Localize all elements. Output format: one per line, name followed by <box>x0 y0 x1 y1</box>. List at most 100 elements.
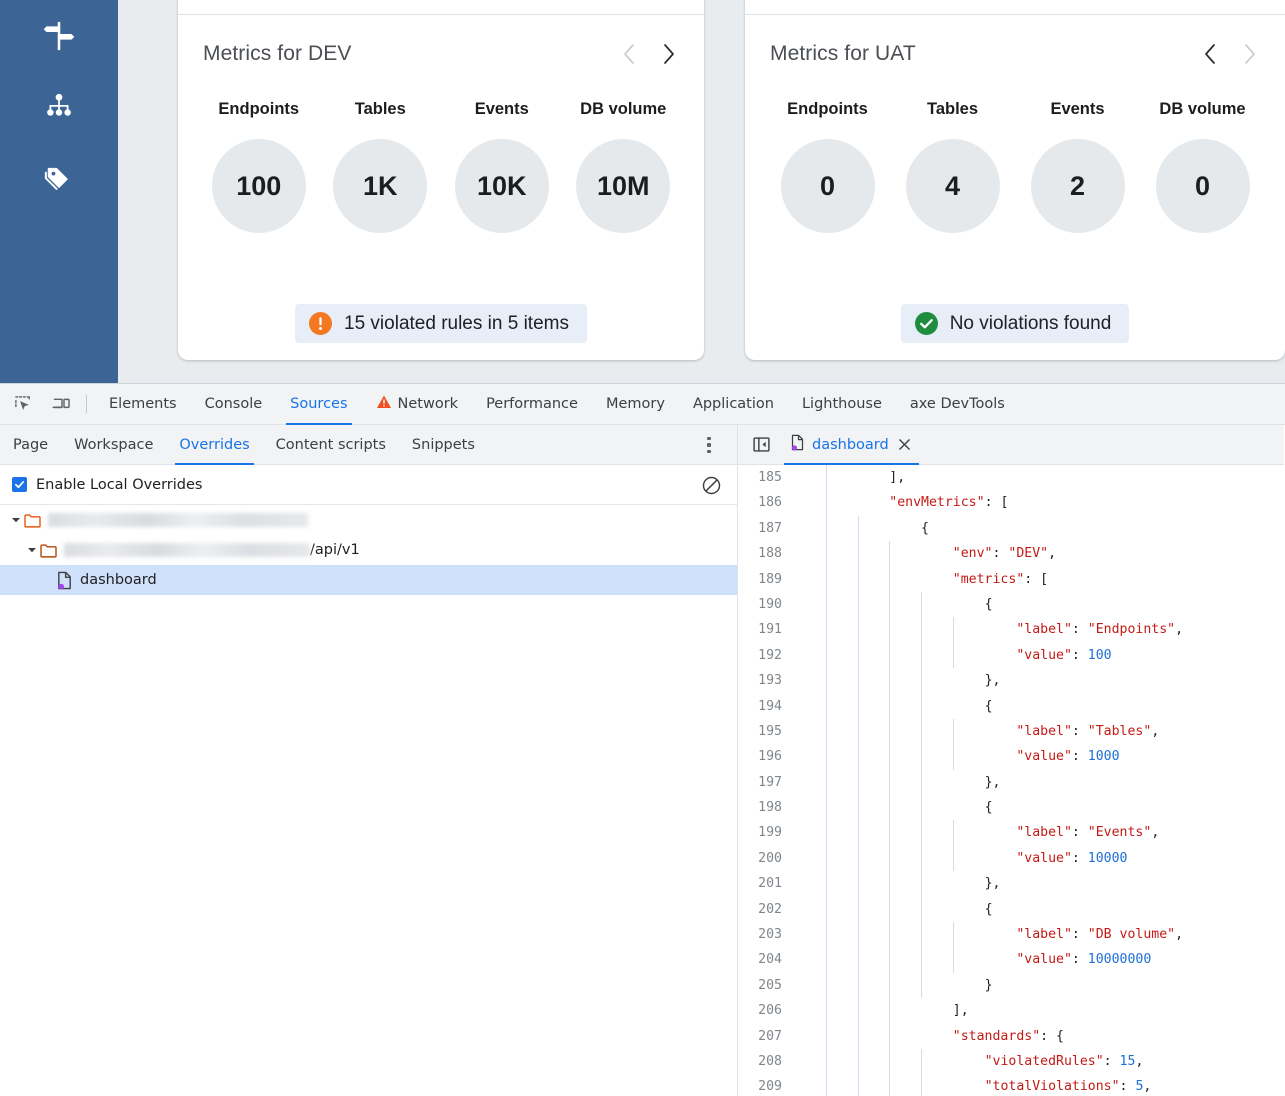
tab-label: Application <box>692 396 774 412</box>
line-number: 192 <box>738 642 794 669</box>
code-token: "Endpoints" <box>1087 622 1176 638</box>
overrides-file-tree: /api/v1 dashboard <box>0 505 737 595</box>
metric-value: 1K <box>333 139 428 233</box>
signpost-icon <box>42 19 76 53</box>
code-line: 209 "totalViolations": 5, <box>738 1074 1284 1096</box>
tree-row-folder-root[interactable] <box>0 505 737 535</box>
chevron-down-icon[interactable] <box>8 515 24 525</box>
redacted-folder-name <box>48 513 308 527</box>
prev-button[interactable] <box>1197 39 1223 69</box>
chevron-right-icon <box>662 43 676 65</box>
metrics-card-dev: Metrics for DEV Endpoints 100 Tables 1K … <box>178 0 704 360</box>
code-token: "value" <box>1016 850 1072 866</box>
code-text: "totalViolations": 5, <box>794 1074 1284 1096</box>
tab-lighthouse[interactable]: Lighthouse <box>788 384 896 425</box>
line-number: 202 <box>738 896 794 923</box>
status-badge[interactable]: 15 violated rules in 5 items <box>295 304 587 343</box>
file-name-label: dashboard <box>80 572 157 588</box>
warning-triangle-icon <box>376 394 392 414</box>
subtab-snippets[interactable]: Snippets <box>399 425 488 465</box>
subtab-label: Workspace <box>74 436 154 453</box>
prev-button[interactable] <box>616 39 642 69</box>
line-number: 193 <box>738 668 794 694</box>
tree-row-folder-api[interactable]: /api/v1 <box>0 535 737 565</box>
tab-label: Network <box>397 396 459 412</box>
clear-overrides-icon[interactable] <box>699 473 723 497</box>
next-button[interactable] <box>1237 39 1263 69</box>
code-token: "value" <box>1016 749 1072 765</box>
code-text: "value": 10000000 <box>794 947 1284 973</box>
code-line: 208 "violatedRules": 15, <box>738 1048 1284 1075</box>
web-app-viewport: Metrics for DEV Endpoints 100 Tables 1K … <box>0 0 1285 383</box>
subtab-label: Content scripts <box>275 436 386 453</box>
code-token: : <box>1071 952 1088 968</box>
tab-elements[interactable]: Elements <box>95 384 191 425</box>
source-editor: dashboard 185 ], 186 "envMetrics": [187 {… <box>738 425 1284 1096</box>
device-toolbar-icon[interactable] <box>46 389 76 419</box>
code-line: 192 "value": 100 <box>738 642 1284 669</box>
code-text: }, <box>794 769 1284 796</box>
code-line: 202 { <box>738 896 1284 923</box>
line-number: 197 <box>738 769 794 796</box>
enable-overrides-checkbox[interactable] <box>12 477 27 492</box>
subtab-content-scripts[interactable]: Content scripts <box>263 425 399 465</box>
tab-performance[interactable]: Performance <box>472 384 592 425</box>
sidebar-item-routes[interactable] <box>0 8 118 64</box>
code-token: ], <box>889 470 906 485</box>
code-token: 100 <box>1087 647 1112 663</box>
card-header: Metrics for DEV <box>203 34 682 74</box>
metric-label: DB volume <box>580 100 667 118</box>
code-content[interactable]: 185 ], 186 "envMetrics": [187 {188 "env":… <box>738 465 1284 1096</box>
tab-application[interactable]: Application <box>679 384 788 425</box>
code-text: "metrics": [ <box>794 566 1284 592</box>
close-icon[interactable] <box>896 438 913 451</box>
more-options-icon[interactable] <box>697 433 721 457</box>
inspect-element-icon[interactable] <box>8 389 38 419</box>
metric-tables: Tables 1K <box>321 100 439 233</box>
subtab-page[interactable]: Page <box>0 425 61 465</box>
code-token: : <box>1071 723 1088 739</box>
status-text: 15 violated rules in 5 items <box>344 312 569 334</box>
card-divider <box>745 14 1285 15</box>
code-token: } <box>984 977 993 993</box>
code-token: : { <box>1040 1028 1064 1044</box>
metric-label: Events <box>474 100 529 118</box>
code-token: 10000000 <box>1087 952 1152 968</box>
tab-network[interactable]: Network <box>362 384 473 425</box>
chevron-down-icon[interactable] <box>24 545 40 555</box>
code-token: , <box>1151 825 1160 841</box>
sidebar-item-tags[interactable] <box>0 150 118 206</box>
line-number: 200 <box>738 845 794 872</box>
sidebar-item-hierarchy[interactable] <box>0 79 118 135</box>
tab-axe-devtools[interactable]: axe DevTools <box>896 384 1019 425</box>
sources-subtabbar: Page Workspace Overrides Content scripts… <box>0 425 737 465</box>
tab-console[interactable]: Console <box>191 384 277 425</box>
code-text: ], <box>794 998 1284 1024</box>
code-token: "label" <box>1016 927 1072 943</box>
code-text: "label": "Endpoints", <box>794 617 1284 643</box>
line-number: 209 <box>738 1074 794 1096</box>
tree-row-file-dashboard[interactable]: dashboard <box>0 565 737 595</box>
tags-icon <box>42 161 76 195</box>
subtab-overrides[interactable]: Overrides <box>166 425 262 465</box>
tab-memory[interactable]: Memory <box>592 384 679 425</box>
status-badge[interactable]: No violations found <box>900 304 1130 343</box>
code-line: 190 { <box>738 591 1284 618</box>
code-line: 188 "env": "DEV", <box>738 541 1284 567</box>
collapse-navigator-icon[interactable] <box>748 432 774 458</box>
code-text: "violatedRules": 15, <box>794 1048 1284 1075</box>
code-token: , <box>1135 1053 1144 1069</box>
next-button[interactable] <box>656 39 682 69</box>
code-text: }, <box>794 668 1284 694</box>
overrides-header: Enable Local Overrides <box>0 465 737 505</box>
code-line: 205 } <box>738 972 1284 999</box>
tab-sources[interactable]: Sources <box>276 384 361 425</box>
editor-tab-dashboard[interactable]: dashboard <box>780 425 923 465</box>
metric-value: 4 <box>905 139 1000 233</box>
code-token: : <box>1071 927 1088 943</box>
metric-value: 0 <box>780 139 875 233</box>
code-line: 207 "standards": { <box>738 1023 1284 1049</box>
code-text: "label": "Events", <box>794 820 1284 846</box>
subtab-workspace[interactable]: Workspace <box>61 425 166 465</box>
metrics-row: Endpoints 0 Tables 4 Events 2 DB volume … <box>765 100 1265 233</box>
